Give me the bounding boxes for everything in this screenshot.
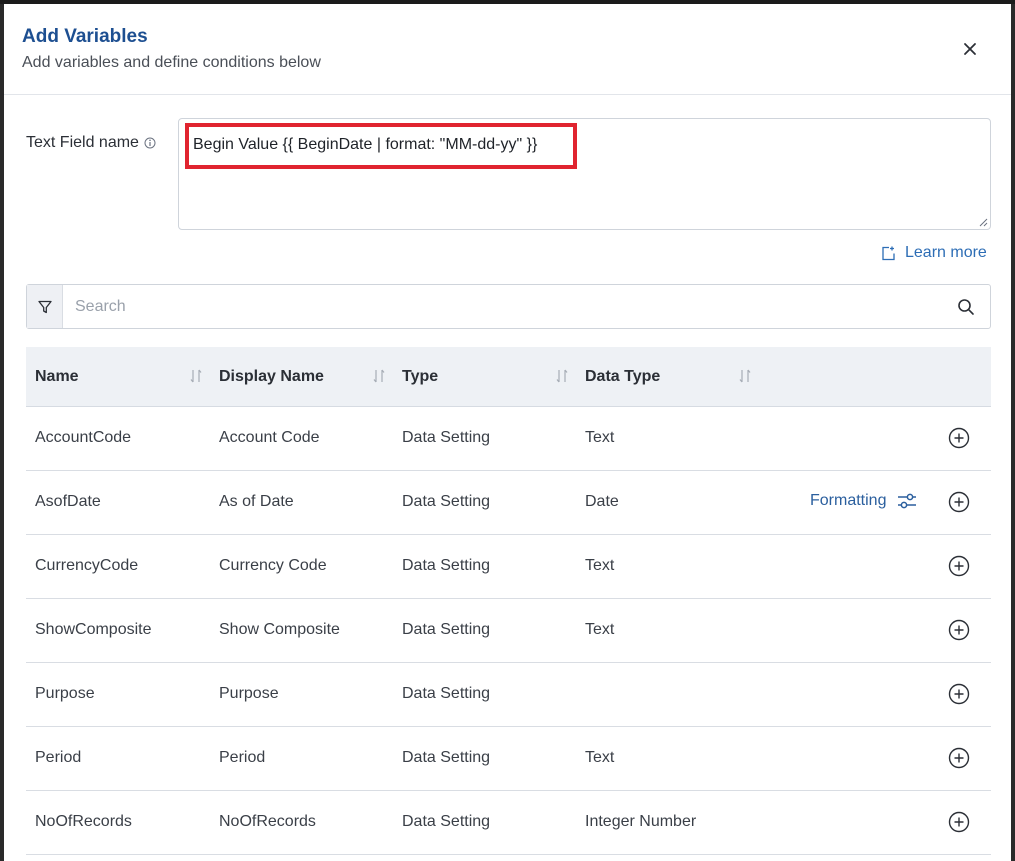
column-header-name[interactable]: Name xyxy=(35,347,79,407)
cell-display-name: Currency Code xyxy=(219,557,327,574)
resize-handle-icon[interactable] xyxy=(978,217,988,227)
add-icon[interactable] xyxy=(948,619,970,641)
filter-icon xyxy=(37,300,52,313)
cell-display-name: NoOfRecords xyxy=(219,813,316,830)
cell-name: CurrencyCode xyxy=(35,557,139,574)
cell-type: Data Setting xyxy=(402,621,491,638)
add-icon[interactable] xyxy=(948,811,970,833)
table-row: CurrencyCode Currency Code Data Setting … xyxy=(26,535,991,599)
dialog-title: Add Variables xyxy=(22,26,148,47)
cell-name: AccountCode xyxy=(35,429,132,446)
learn-more-label: Learn more xyxy=(905,244,987,261)
search-icon[interactable] xyxy=(956,297,976,317)
cell-type: Data Setting xyxy=(402,685,491,702)
column-header-data-type[interactable]: Data Type xyxy=(585,347,660,407)
sort-icon[interactable] xyxy=(555,367,569,385)
search-bar xyxy=(26,284,991,329)
text-field-name-textarea[interactable]: Begin Value {{ BeginDate | format: "MM-d… xyxy=(178,118,991,230)
variables-table: Name Display Name Type Data Type Account… xyxy=(26,347,991,855)
table-row: AsofDate As of Date Data Setting Date Fo… xyxy=(26,471,991,535)
add-icon[interactable] xyxy=(948,427,970,449)
cell-display-name: Purpose xyxy=(219,685,279,702)
cell-type: Data Setting xyxy=(402,557,491,574)
search-input[interactable] xyxy=(63,285,943,328)
filter-button[interactable] xyxy=(27,285,63,328)
cell-data-type: Text xyxy=(585,621,615,638)
dialog-header: Add Variables Add variables and define c… xyxy=(4,4,1011,95)
text-field-name-label: Text Field name xyxy=(26,134,156,152)
dialog-subtitle: Add variables and define conditions belo… xyxy=(22,54,321,71)
cell-type: Data Setting xyxy=(402,493,491,510)
sliders-icon xyxy=(898,493,917,509)
cell-name: Period xyxy=(35,749,82,766)
formatting-label: Formatting xyxy=(810,492,887,509)
cell-display-name: Account Code xyxy=(219,429,320,446)
learn-more-link[interactable]: Learn more xyxy=(880,244,987,262)
cell-name: Purpose xyxy=(35,685,95,702)
add-icon[interactable] xyxy=(948,555,970,577)
formatting-button[interactable]: Formatting xyxy=(810,491,918,511)
cell-data-type: Text xyxy=(585,557,615,574)
cell-name: NoOfRecords xyxy=(35,813,132,830)
table-row: AccountCode Account Code Data Setting Te… xyxy=(26,407,991,471)
add-icon[interactable] xyxy=(948,683,970,705)
close-icon[interactable] xyxy=(959,38,981,60)
cell-data-type: Date xyxy=(585,493,619,510)
table-row: NoOfRecords NoOfRecords Data Setting Int… xyxy=(26,791,991,855)
background-right-edge xyxy=(1011,4,1015,861)
sort-icon[interactable] xyxy=(372,367,386,385)
text-field-name-value: Begin Value {{ BeginDate | format: "MM-d… xyxy=(193,136,538,153)
cell-display-name: As of Date xyxy=(219,493,294,510)
table-row: Purpose Purpose Data Setting xyxy=(26,663,991,727)
text-field-name-label-text: Text Field name xyxy=(26,134,139,151)
cell-name: ShowComposite xyxy=(35,621,152,638)
cell-type: Data Setting xyxy=(402,749,491,766)
cell-data-type: Integer Number xyxy=(585,813,697,830)
column-header-type[interactable]: Type xyxy=(402,347,438,407)
sort-icon[interactable] xyxy=(189,367,203,385)
cell-display-name: Show Composite xyxy=(219,621,340,638)
add-variables-dialog: Add Variables Add variables and define c… xyxy=(4,4,1011,861)
table-row: Period Period Data Setting Text xyxy=(26,727,991,791)
cell-data-type: Text xyxy=(585,749,615,766)
cell-type: Data Setting xyxy=(402,813,491,830)
cell-data-type: Text xyxy=(585,429,615,446)
sort-icon[interactable] xyxy=(738,367,752,385)
cell-display-name: Period xyxy=(219,749,266,766)
add-icon[interactable] xyxy=(948,747,970,769)
column-header-display-name[interactable]: Display Name xyxy=(219,347,324,407)
table-row: ShowComposite Show Composite Data Settin… xyxy=(26,599,991,663)
cell-type: Data Setting xyxy=(402,429,491,446)
cell-name: AsofDate xyxy=(35,493,101,510)
info-icon[interactable] xyxy=(144,137,156,149)
external-link-icon xyxy=(882,246,895,260)
add-icon[interactable] xyxy=(948,491,970,513)
table-header: Name Display Name Type Data Type xyxy=(26,347,991,407)
